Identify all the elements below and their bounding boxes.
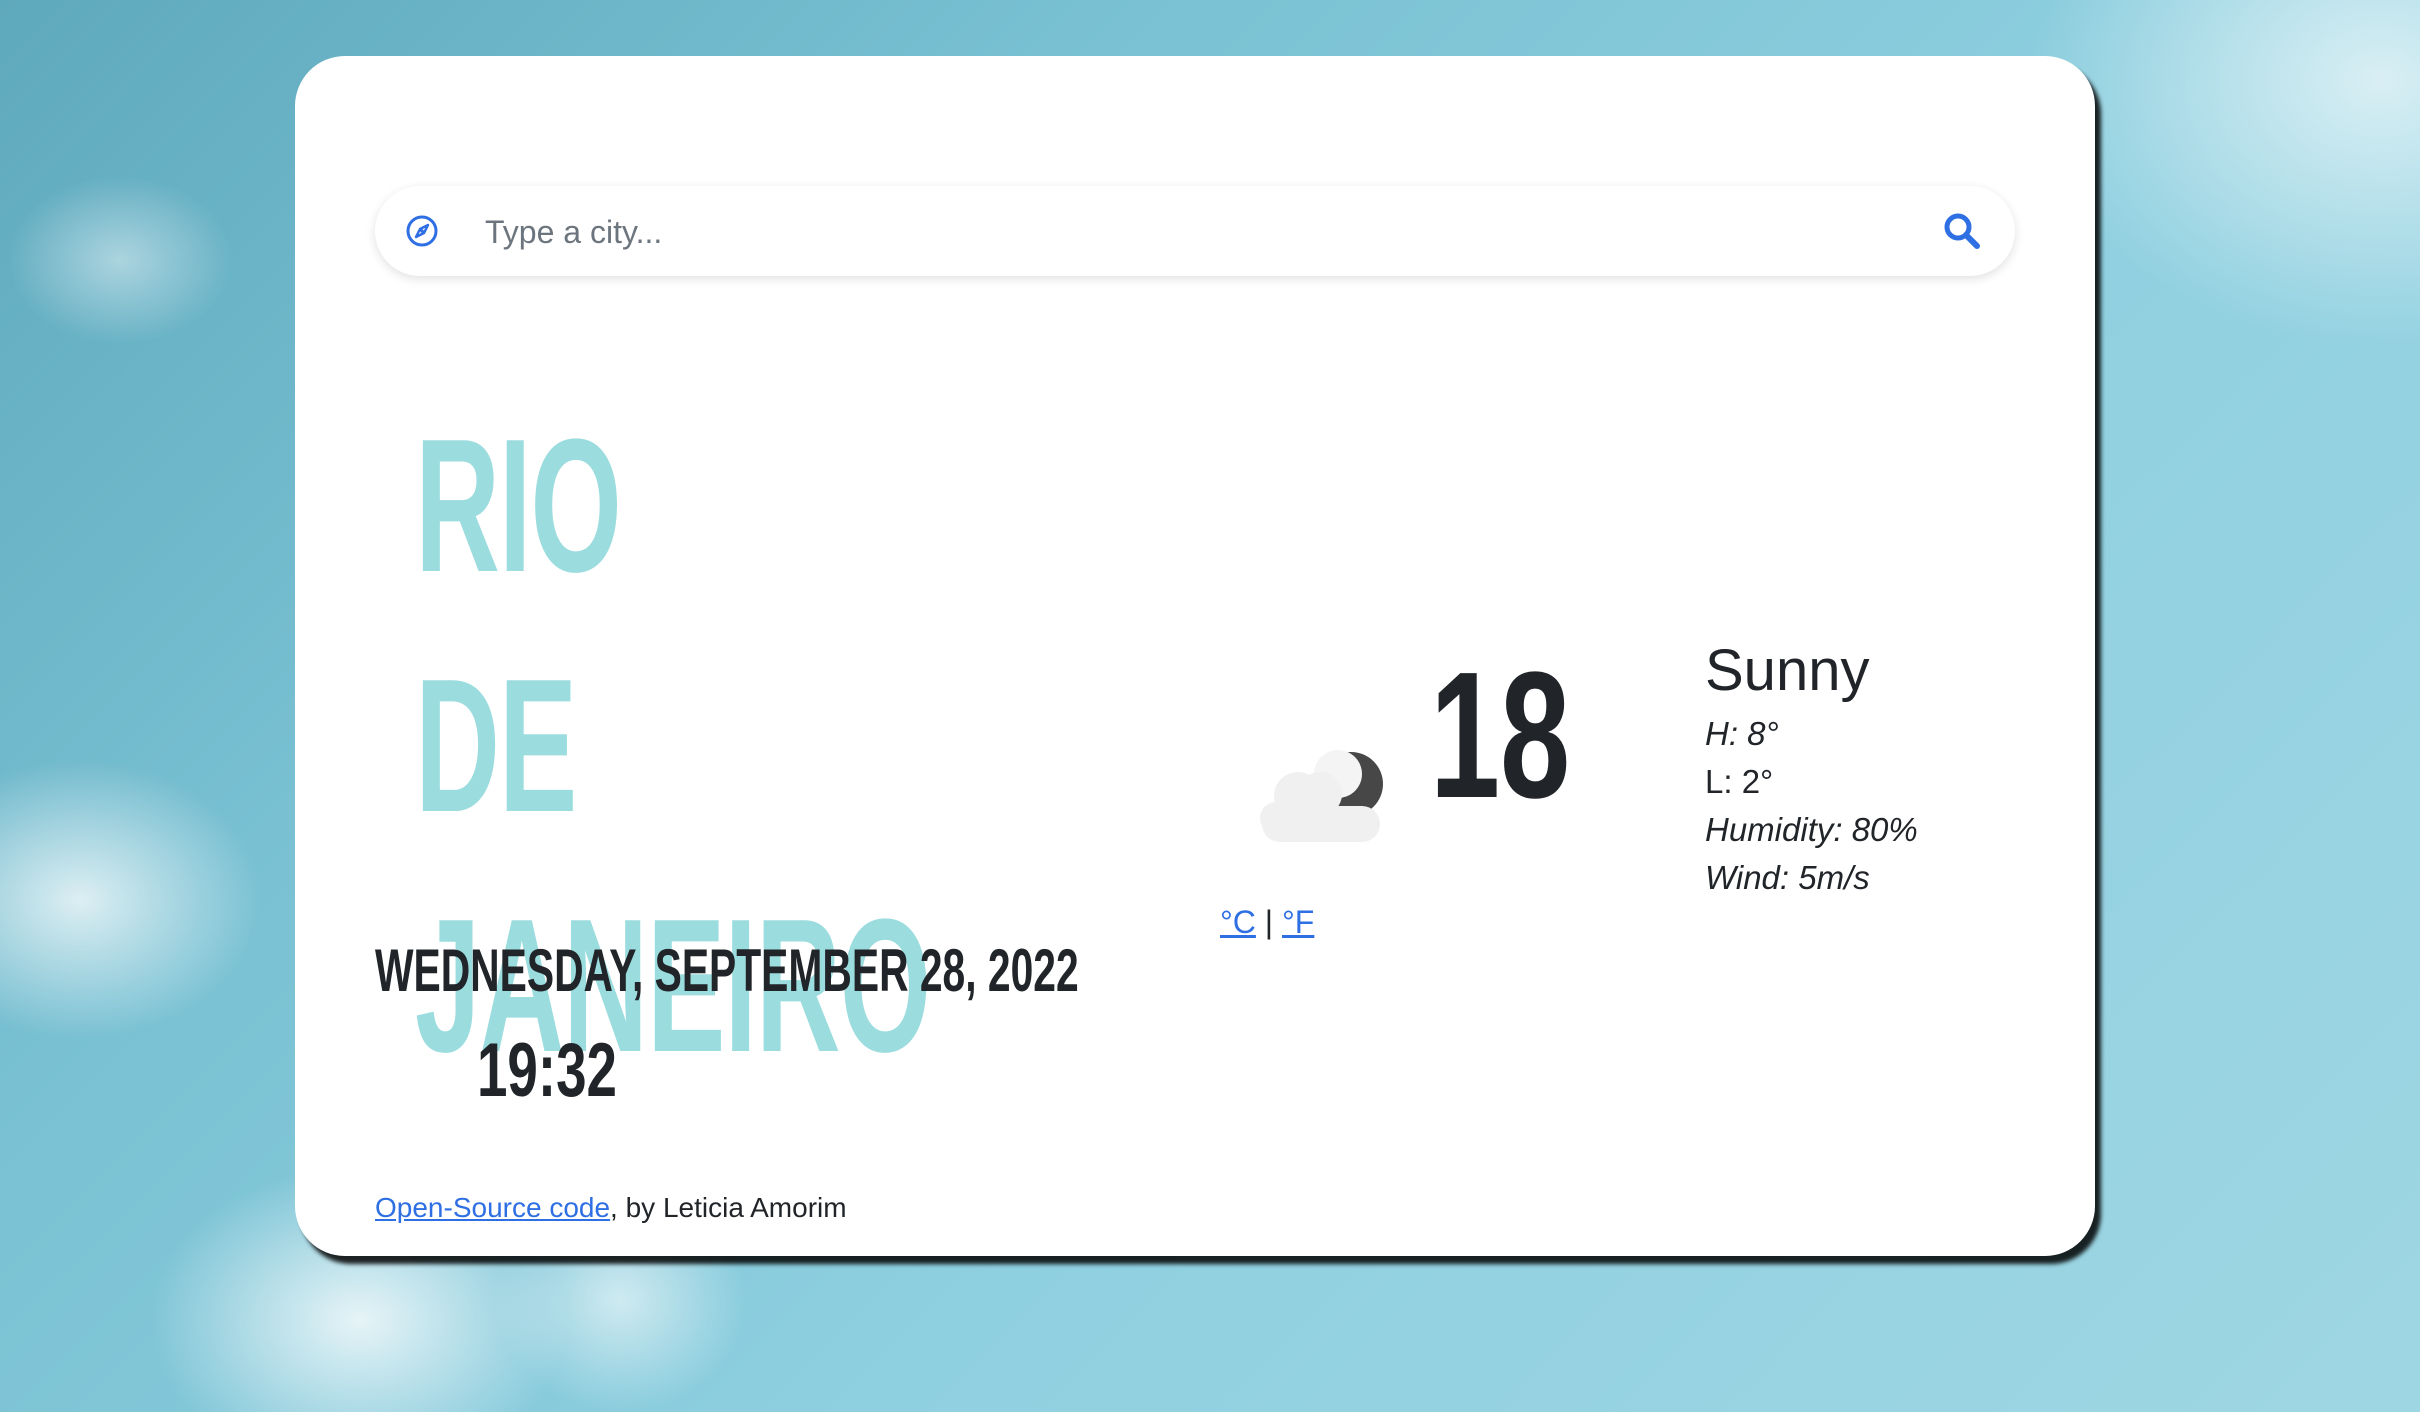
weather-details: Sunny H: 8° L: 2° Humidity: 80% Wind: 5m… <box>1705 636 1918 902</box>
open-source-link[interactable]: Open-Source code <box>375 1192 610 1223</box>
wind-speed: Wind: 5m/s <box>1705 859 1870 896</box>
high-temperature: H: 8° <box>1705 715 1779 752</box>
humidity: Humidity: 80% <box>1705 811 1918 848</box>
weather-card: RIO DE JANEIRO WEDNESDAY, SEPTEMBER 28, … <box>295 56 2095 1256</box>
current-time: 19:32 <box>477 1028 617 1113</box>
compass-icon[interactable] <box>405 214 439 248</box>
search-button[interactable] <box>1941 210 1983 252</box>
current-date: WEDNESDAY, SEPTEMBER 28, 2022 <box>375 937 1079 1004</box>
celsius-link[interactable]: °C <box>1220 904 1256 940</box>
cloud-moon-icon <box>1250 696 1400 856</box>
city-search-input[interactable] <box>483 204 1887 260</box>
author-credit: , by Leticia Amorim <box>610 1192 847 1223</box>
unit-switcher: °C | °F <box>1220 904 1314 941</box>
temperature-value: 18 <box>1430 635 1571 836</box>
unit-separator: | <box>1264 904 1274 940</box>
search-icon <box>1941 213 1983 255</box>
weather-condition: Sunny <box>1705 638 1870 703</box>
fahrenheit-link[interactable]: °F <box>1282 904 1314 940</box>
search-bar <box>375 186 2015 276</box>
footer-credit: Open-Source code, by Leticia Amorim <box>375 1192 847 1224</box>
low-temperature: L: 2° <box>1705 763 1774 800</box>
